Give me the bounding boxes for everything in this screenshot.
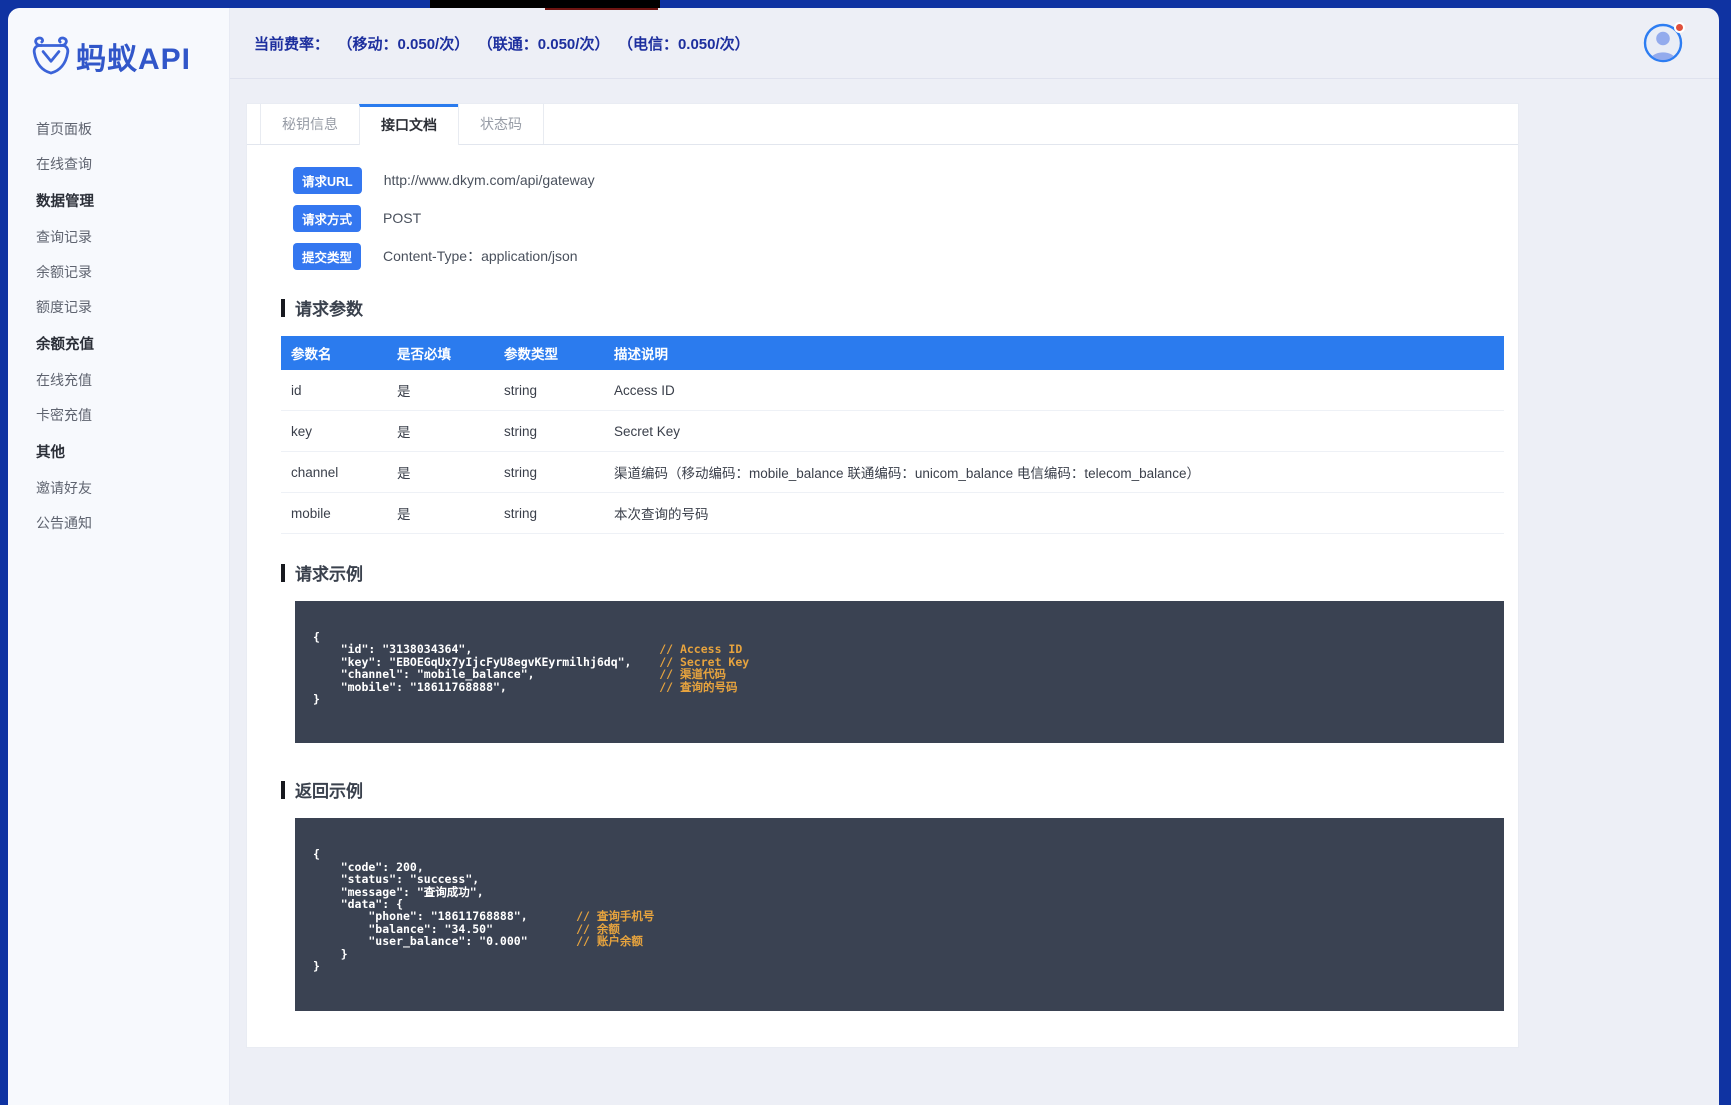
table-row-mobile: mobile 是 string 本次查询的号码 <box>281 492 1504 534</box>
tab-key-info[interactable]: 秘钥信息 <box>260 104 360 144</box>
table-cell: string <box>494 451 604 493</box>
sidebar-group-label-other: 其他 <box>36 445 65 461</box>
ant-logo-icon <box>32 36 70 75</box>
params-table-header-cell: 参数类型 <box>494 336 604 370</box>
sidebar-group-label-data-management: 数据管理 <box>36 194 94 210</box>
code-line: } <box>313 946 348 961</box>
table-cell: 本次查询的号码 <box>604 492 1504 534</box>
code-line: "phone": "18611768888", // 查询手机号 <box>313 909 655 924</box>
sidebar-item-online-recharge[interactable]: 在线充值 <box>36 363 229 398</box>
params-table-header-cell: 描述说明 <box>604 336 1504 370</box>
current-rates: 当前费率： （移动：0.050/次） （联通：0.050/次） （电信：0.050/次… <box>254 33 750 54</box>
table-cell: 是 <box>387 451 494 493</box>
sidebar-item-card-recharge[interactable]: 卡密充值 <box>36 398 229 433</box>
table-cell: string <box>494 370 604 411</box>
code-line: "user_balance": "0.000" // 账户余额 <box>313 934 643 949</box>
notification-dot <box>1674 22 1685 33</box>
section-title: 返回示例 <box>295 782 363 802</box>
table-cell: 是 <box>387 492 494 534</box>
table-cell: key <box>281 410 387 452</box>
table-cell: id <box>281 370 387 411</box>
sidebar-item-quota-records[interactable]: 额度记录 <box>36 290 229 325</box>
code-line: } <box>313 692 320 707</box>
section-marker <box>281 563 285 582</box>
code-line: "mobile": "18611768888", // 查询的号码 <box>313 679 738 694</box>
table-cell: mobile <box>281 492 387 534</box>
section-response-example: 返回示例 <box>281 777 1504 802</box>
table-row-key: key 是 string Secret Key <box>281 410 1504 452</box>
section-params: 请求参数 <box>281 295 1504 320</box>
sidebar-item-home[interactable]: 首页面板 <box>36 112 229 147</box>
params-table-header-cell: 是否必填 <box>387 336 494 370</box>
params-table-header-row: 参数名 是否必填 参数类型 描述说明 <box>281 336 1504 370</box>
code-line: "status": "success", <box>313 872 480 887</box>
app-window: 蚂蚁API 首页面板 在线查询数据管理查询记录 余额记录 额度记录余额充值在线充值 卡密… <box>8 8 1719 1105</box>
sidebar: 蚂蚁API 首页面板 在线查询数据管理查询记录 余额记录 额度记录余额充值在线充值 卡密… <box>8 8 230 1105</box>
table-row-id: id 是 string Access ID <box>281 370 1504 411</box>
sidebar-item-online-query[interactable]: 在线查询 <box>36 147 229 182</box>
rate-list: （移动：0.050/次） （联通：0.050/次） （电信：0.050/次） <box>329 36 750 53</box>
user-avatar[interactable] <box>1643 22 1685 63</box>
browser-artifact-black-bar <box>430 0 660 8</box>
section-marker <box>281 298 285 317</box>
table-cell: channel <box>281 451 387 493</box>
api-doc-card: 秘钥信息 接口文档 状态码 请求URL http://www.dkym.com/api… <box>246 103 1519 1048</box>
table-cell: 是 <box>387 370 494 411</box>
section-request-example: 请求示例 <box>281 560 1504 585</box>
sidebar-item-query-records[interactable]: 查询记录 <box>36 220 229 255</box>
logo-text: 蚂蚁API <box>76 43 192 76</box>
api-info-rows: 请求URL http://www.dkym.com/api/gateway 请求方式… <box>281 166 1504 270</box>
sidebar-item-invite-friends[interactable]: 邀请好友 <box>36 471 229 506</box>
section-title: 请求示例 <box>295 565 363 584</box>
code-line: { <box>313 847 320 862</box>
code-line: "id": "3138034364", // Access ID <box>313 642 743 657</box>
info-badge: 请求URL <box>293 166 362 194</box>
sidebar-item-announcements[interactable]: 公告通知 <box>36 506 229 541</box>
tab-bar: 秘钥信息 接口文档 状态码 <box>247 104 1518 145</box>
info-value: http://www.dkym.com/api/gateway <box>383 172 595 188</box>
code-comment: // 查询的号码 <box>659 679 738 694</box>
api-info-row: 请求URL http://www.dkym.com/api/gateway <box>293 166 1504 194</box>
rate-item: （电信：0.050/次） <box>625 35 750 53</box>
response-example-code: { "code": 200, "status": "success", "mes… <box>295 818 1504 1011</box>
table-cell: Secret Key <box>604 410 1504 452</box>
table-cell: string <box>494 410 604 452</box>
code-line: "code": 200, <box>313 859 424 874</box>
params-table-header-cell: 参数名 <box>281 336 387 370</box>
rate-label: 当前费率： <box>254 35 330 53</box>
table-cell: Access ID <box>604 370 1504 411</box>
code-comment: // 账户余额 <box>576 934 643 949</box>
api-info-row: 请求方式 POST <box>293 204 1504 232</box>
code-line: "message": "查询成功", <box>313 884 484 899</box>
rate-item: （联通：0.050/次） <box>485 35 610 53</box>
code-line: "channel": "mobile_balance", // 渠道代码 <box>313 667 726 682</box>
tab-content: 请求URL http://www.dkym.com/api/gateway 请求方式… <box>247 145 1518 1047</box>
sidebar-item-balance-records[interactable]: 余额记录 <box>36 255 229 290</box>
info-badge: 提交类型 <box>293 242 362 270</box>
params-table: 参数名 是否必填 参数类型 描述说明 id 是 string Access ID key 是 st… <box>281 336 1504 534</box>
api-info-row: 提交类型 Content-Type：application/json <box>293 242 1504 270</box>
request-example-code: { "id": "3138034364", // Access ID "key"… <box>295 601 1504 744</box>
section-marker <box>281 780 285 799</box>
tab-status-codes[interactable]: 状态码 <box>458 104 544 144</box>
table-cell: 渠道编码（移动编码：mobile_balance 联通编码：unicom_bal… <box>604 451 1504 493</box>
sidebar-group-label-balance-recharge: 余额充值 <box>36 337 94 353</box>
info-value: POST <box>383 210 422 226</box>
logo[interactable]: 蚂蚁API <box>8 8 229 78</box>
table-cell: string <box>494 492 604 534</box>
sidebar-menu: 首页面板 在线查询数据管理查询记录 余额记录 额度记录余额充值在线充值 卡密充值其他邀请… <box>8 78 229 541</box>
info-value: Content-Type：application/json <box>383 248 578 264</box>
code-line: } <box>313 959 320 974</box>
rate-item: （移动：0.050/次） <box>345 35 470 53</box>
table-cell: 是 <box>387 410 494 452</box>
browser-artifact-red-line <box>545 8 658 10</box>
topbar: 当前费率： （移动：0.050/次） （联通：0.050/次） （电信：0.050/次… <box>230 8 1719 79</box>
table-row-channel: channel 是 string 渠道编码（移动编码：mobile_balance 联… <box>281 451 1504 493</box>
section-title: 请求参数 <box>295 300 363 319</box>
tab-api-docs[interactable]: 接口文档 <box>359 104 459 145</box>
info-badge: 请求方式 <box>293 204 362 232</box>
